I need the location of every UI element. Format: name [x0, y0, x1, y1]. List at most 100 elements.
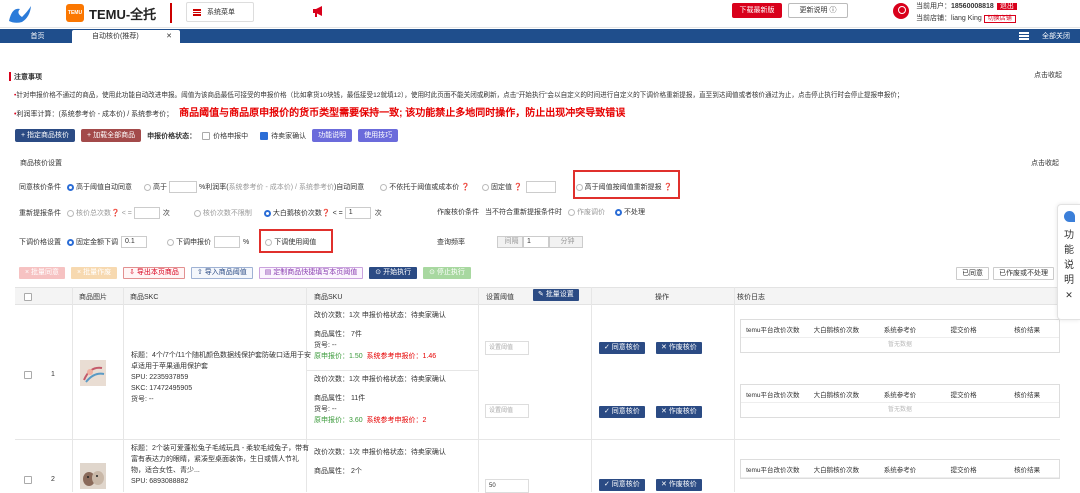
- assign-product-button[interactable]: + 指定商品核价: [15, 129, 76, 142]
- bulk-agree-button[interactable]: × 批量同意: [19, 267, 66, 279]
- status-pending-option[interactable]: 价格申报中: [202, 131, 248, 141]
- settings-collapse-link[interactable]: 点击收起: [1031, 158, 1059, 168]
- import-threshold-button[interactable]: ⇧ 导入商品阈值: [190, 267, 253, 279]
- agree-opt-independent-radio[interactable]: [380, 183, 388, 191]
- switch-shop-button[interactable]: 切换店铺: [983, 15, 1016, 23]
- agree-price-button[interactable]: ✓ 同意核价: [599, 406, 645, 418]
- megaphone-icon[interactable]: [312, 4, 326, 18]
- agree-opt-profit-radio[interactable]: [144, 183, 151, 191]
- status-pending-checkbox[interactable]: [202, 131, 211, 140]
- export-page-button[interactable]: ⇩ 导出本页商品: [123, 267, 185, 279]
- threshold-input[interactable]: 50: [485, 479, 529, 493]
- resubmit-goose-input[interactable]: 1: [344, 207, 371, 219]
- log-col-goose: 大白鹅核价次数: [813, 326, 860, 334]
- row-checkbox[interactable]: [24, 476, 32, 484]
- col-skc: 商品SKC: [130, 294, 159, 301]
- void-price-button[interactable]: ✕ 作废核价: [656, 342, 702, 354]
- agree-opt-fixed-label: 固定值: [490, 184, 512, 191]
- resubmit-total-input[interactable]: [133, 207, 160, 219]
- void-opt-ignore[interactable]: 不处理: [615, 207, 645, 217]
- custom-fill-threshold-button[interactable]: ▤ 定制商品快捷填写本页阈值: [258, 267, 364, 279]
- resubmit-opt-unlimited-radio[interactable]: [193, 209, 201, 217]
- highlight-box-resubmit-threshold: [573, 170, 680, 199]
- agree-opt-fixed[interactable]: 固定值 ❓: [481, 182, 523, 192]
- resubmit-opt-total[interactable]: 核价总次数❓: [67, 208, 120, 218]
- agree-price-button[interactable]: ✓ 同意核价: [599, 479, 645, 491]
- system-menu-button[interactable]: 系统菜单: [186, 2, 254, 22]
- close-all-tabs-button[interactable]: 全部关闭: [1042, 30, 1070, 43]
- current-user-value: 18560008818: [951, 3, 994, 10]
- fixed-value-input[interactable]: [525, 181, 556, 193]
- sku-info: 改价次数：1次 申报价格状态：待卖家确认 商品属性： 7件 货号: -- 原申报…: [314, 310, 490, 362]
- load-all-products-button[interactable]: + 加载全部商品: [81, 129, 142, 142]
- agree-opt-threshold[interactable]: 高于阈值自动同意: [67, 182, 132, 192]
- notice-line-1-text: 针对申报价格不通过的商品，使用此功能自动改进申报。阈值为该商品最低可接受的申报价…: [16, 92, 904, 99]
- profit-rate-input[interactable]: [169, 181, 197, 193]
- start-execute-button[interactable]: ⊙ 开始执行: [369, 267, 418, 279]
- logout-button[interactable]: 退出: [996, 3, 1017, 10]
- tab-close-icon[interactable]: ✕: [166, 30, 172, 43]
- sku-ref-price: 系统参考申报价：2: [366, 417, 427, 424]
- bulk-void-button[interactable]: × 批量作废: [71, 267, 118, 279]
- notice-line-2: •利润率计算：(系统参考价 - 成本价) / 系统参考价； 商品阈值与商品原申报价…: [14, 108, 626, 119]
- function-help-floater[interactable]: 功 能 说 明 ✕: [1057, 204, 1080, 320]
- void-price-button[interactable]: ✕ 作废核价: [656, 479, 702, 491]
- agree-opt-profit-label: 高于: [153, 184, 167, 191]
- bulk-set-button[interactable]: ✎ 批量设置: [533, 289, 579, 301]
- down-opt-percent-radio[interactable]: [167, 238, 174, 246]
- void-opt-void[interactable]: 作废调价: [568, 207, 605, 217]
- agree-opt-fixed-radio[interactable]: [481, 183, 489, 191]
- down-opt-percent[interactable]: 下调申报价: [167, 237, 211, 247]
- col-image: 商品图片: [79, 294, 107, 301]
- resubmit-opt-goose-label: 大白鹅核价次数: [272, 210, 322, 217]
- log-empty: 暂无数据: [887, 342, 912, 348]
- void-opt-ignore-radio[interactable]: [615, 208, 622, 216]
- update-notes-button[interactable]: 更新说明 ⓘ: [788, 3, 848, 18]
- current-user-line: 当前用户：18560008818 退出: [916, 1, 1017, 11]
- row-index: 2: [51, 476, 55, 483]
- down-percent-input[interactable]: [214, 236, 240, 248]
- threshold-input[interactable]: 设置阈值: [485, 404, 529, 418]
- agree-opt-threshold-radio[interactable]: [67, 183, 74, 191]
- download-latest-button[interactable]: 下载最新版: [732, 3, 782, 18]
- down-opt-fixed[interactable]: 固定金额下调: [67, 237, 118, 247]
- log-col-temu: temu平台改价次数: [746, 391, 800, 399]
- agree-condition-label: 同意核价条件: [19, 184, 61, 191]
- settings-title: 商品核价设置: [20, 160, 62, 167]
- current-shop-label: 当前店铺：: [916, 15, 951, 22]
- log-empty: 暂无数据: [887, 407, 912, 413]
- log-header: temu平台改价次数 大白鹅核价次数 系统参考价 提交价格 核价结果: [741, 460, 1059, 478]
- stop-execute-button[interactable]: ⊙ 停止执行: [423, 267, 471, 279]
- filter-agreed-button[interactable]: 已同意: [956, 267, 989, 280]
- down-opt-fixed-radio[interactable]: [67, 238, 74, 246]
- log-col-ref: 系统参考价: [883, 391, 917, 399]
- agree-price-button[interactable]: ✓ 同意核价: [599, 342, 645, 354]
- resubmit-opt-total-radio[interactable]: [67, 209, 74, 217]
- resubmit-opt-unlimited[interactable]: 核价次数不限制: [193, 208, 252, 218]
- void-opt-void-radio[interactable]: [568, 208, 575, 216]
- status-confirm-option[interactable]: 待卖家确认: [260, 131, 306, 141]
- usage-tips-button[interactable]: 使用技巧: [358, 129, 399, 142]
- function-description-button[interactable]: 功能说明: [312, 129, 353, 142]
- threshold-input[interactable]: 设置阈值: [485, 341, 529, 355]
- resubmit-opt-goose[interactable]: 大白鹅核价次数❓: [263, 208, 331, 218]
- agree-opt-independent[interactable]: 不依托于阈值或成本价 ❓: [380, 182, 470, 192]
- filter-voided-button[interactable]: 已作废或不处理: [993, 267, 1054, 280]
- agree-opt-profit[interactable]: 高于: [144, 182, 167, 192]
- status-confirm-checkbox[interactable]: [260, 131, 269, 140]
- floater-close-icon[interactable]: ✕: [1058, 290, 1080, 301]
- tab-auto-pricing-label: 自动核价(推荐): [92, 33, 139, 40]
- tab-auto-pricing[interactable]: 自动核价(推荐) ✕: [72, 30, 180, 43]
- notice-collapse-link[interactable]: 点击收起: [1034, 70, 1062, 80]
- tab-list-icon[interactable]: [1019, 32, 1029, 40]
- agree-opt-independent-label: 不依托于阈值或成本价: [389, 184, 460, 191]
- down-fixed-input[interactable]: 0.1: [121, 236, 147, 248]
- freq-input[interactable]: 1: [523, 236, 549, 248]
- select-all-checkbox[interactable]: [24, 293, 32, 301]
- floater-char: 功: [1064, 230, 1074, 241]
- resubmit-opt-goose-radio[interactable]: [263, 209, 271, 217]
- void-price-button[interactable]: ✕ 作废核价: [656, 406, 702, 418]
- tab-home[interactable]: 首页: [10, 30, 65, 43]
- row-checkbox[interactable]: [24, 371, 32, 379]
